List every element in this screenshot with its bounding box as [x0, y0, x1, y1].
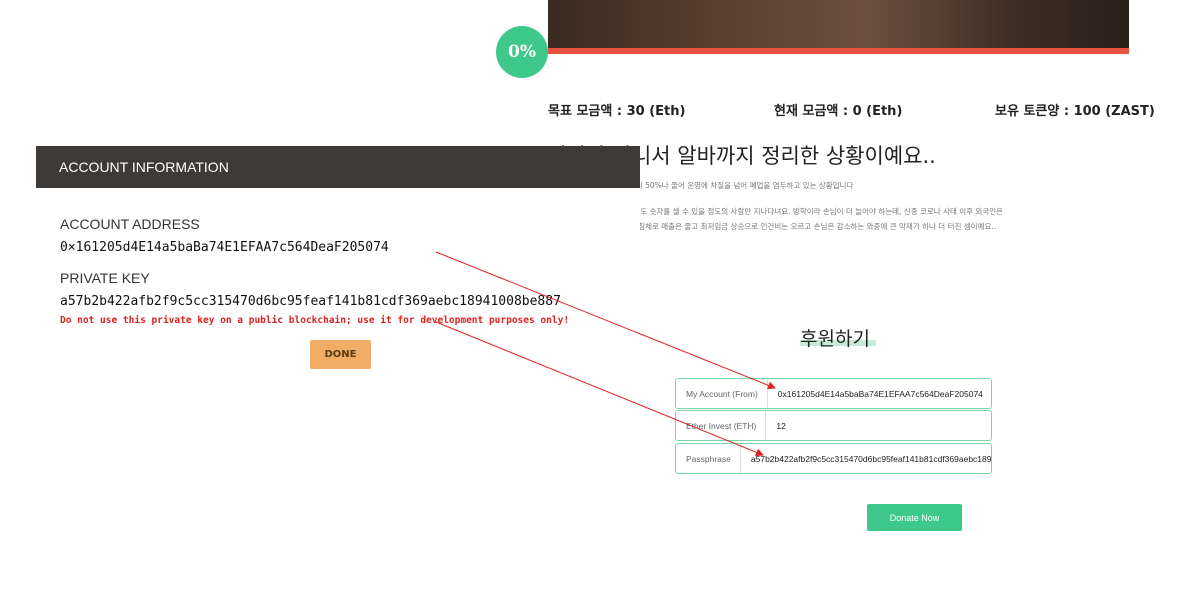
address-arrow [435, 251, 776, 390]
annotation-arrows [435, 251, 776, 457]
private-key-arrow [435, 321, 764, 457]
